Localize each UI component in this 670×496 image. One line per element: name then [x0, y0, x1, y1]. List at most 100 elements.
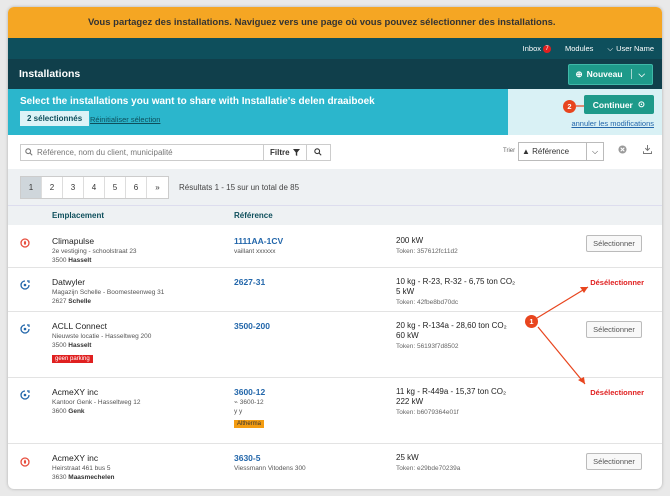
- page-2[interactable]: 2: [42, 176, 63, 198]
- client-name: AcmeXY inc: [52, 387, 99, 397]
- reference-link[interactable]: 3500-200: [234, 321, 270, 331]
- address-city: 3500 Hasselt: [52, 256, 91, 265]
- token: Token: 42fbe8bd70dc: [396, 299, 459, 306]
- device-name: Viessmann Vitodens 300: [234, 465, 306, 472]
- device-name: vaillant xxxxxx: [234, 248, 276, 255]
- search-input[interactable]: Référence, nom du client, municipalité: [20, 143, 264, 161]
- specs: 25 kW: [396, 453, 419, 462]
- city: Hasselt: [68, 257, 92, 264]
- table-row: AcmeXY inc Kantoor Genk - Hasseltweg 12 …: [8, 378, 662, 444]
- page-3[interactable]: 3: [63, 176, 84, 198]
- address-city: 3600 Genk: [52, 407, 85, 416]
- clear-icon[interactable]: [618, 145, 627, 154]
- token: Token: 357612fc11d2: [396, 248, 458, 255]
- plus-circle-icon: ⊕: [575, 68, 583, 79]
- reference-link[interactable]: 2627-31: [234, 277, 265, 287]
- next-page[interactable]: »: [147, 177, 168, 198]
- callout-1: 1: [525, 315, 538, 328]
- pagination: 1 2 3 4 5 6 »: [20, 175, 169, 199]
- select-button[interactable]: Sélectionner: [586, 321, 642, 338]
- arrow-circle-icon: ⊙: [637, 99, 645, 109]
- reference-link[interactable]: 1111AA-1CV: [234, 236, 283, 246]
- page-header: Installations ⊕ Nouveau ⌵: [8, 59, 662, 89]
- page-4[interactable]: 4: [84, 176, 105, 198]
- user-name: User Name: [616, 44, 654, 53]
- city: Schelle: [68, 298, 92, 305]
- flame-icon: [20, 238, 30, 248]
- zip-code: 3600: [52, 408, 67, 415]
- table-row: AcmeXY inc Heirstraat 461 bus 5 3630 Maa…: [8, 444, 662, 488]
- selected-count-badge: 2 sélectionnés: [20, 111, 90, 126]
- power: 5 kW: [396, 287, 415, 296]
- sort-value: ▲ Référence: [522, 147, 570, 156]
- inbox-link[interactable]: Inbox 7: [522, 44, 552, 53]
- specs: 20 kg - R-134a - 28,60 ton CO₂: [396, 321, 507, 330]
- heat-pump-icon: [20, 324, 30, 334]
- zip-code: 3500: [52, 342, 67, 349]
- reset-selection-link[interactable]: Réinitialiser sélection: [90, 115, 160, 124]
- chevron-down-icon[interactable]: ⌵: [639, 69, 645, 80]
- filter-button[interactable]: Filtre: [264, 143, 307, 161]
- specs: 200 kW: [396, 236, 424, 245]
- city: Hasselt: [68, 342, 92, 349]
- address-city: 3630 Maasmechelen: [52, 473, 115, 482]
- device-name: ⌁ 3600-12: [234, 399, 264, 406]
- heat-pump-icon: [20, 390, 30, 400]
- filter-bar: Référence, nom du client, municipalité F…: [8, 135, 662, 169]
- client-name: ACLL Connect: [52, 321, 107, 331]
- share-selection-bar: Select the installations you want to sha…: [8, 89, 662, 135]
- share-actions-panel: Continuer ⊙ annuler les modifications: [508, 89, 662, 135]
- table-header: Emplacement Référence: [8, 205, 662, 225]
- continue-button-label: Continuer: [592, 99, 633, 110]
- client-name: Climapulse: [52, 236, 95, 246]
- address-city: 2627 Schelle: [52, 297, 91, 306]
- select-button[interactable]: Sélectionner: [586, 235, 642, 252]
- tag-badge: geen parking: [52, 355, 93, 363]
- token: Token: b6079364e01f: [396, 409, 459, 416]
- heat-pump-icon: [20, 280, 30, 290]
- select-button[interactable]: Sélectionner: [586, 453, 642, 470]
- address-city: 3500 Hasselt: [52, 341, 91, 350]
- address-line: Nieuwste locatie - Hasseltweg 200: [52, 333, 152, 340]
- power: 60 kW: [396, 331, 419, 340]
- client-name: AcmeXY inc: [52, 453, 99, 463]
- page-1[interactable]: 1: [21, 176, 42, 198]
- new-button[interactable]: ⊕ Nouveau ⌵: [567, 63, 653, 85]
- cancel-changes-link[interactable]: annuler les modifications: [571, 119, 654, 128]
- address-line: Kantoor Genk - Hasseltweg 12: [52, 399, 141, 406]
- share-title: Select the installations you want to sha…: [20, 96, 375, 107]
- download-icon[interactable]: [643, 145, 652, 154]
- address-line: Heirstraat 461 bus 5: [52, 465, 111, 472]
- search-icon: [314, 148, 322, 156]
- search-button[interactable]: [306, 143, 331, 161]
- chevron-down-icon: ⌵: [586, 143, 603, 160]
- share-mode-banner: Vous partagez des installations. Navigue…: [8, 7, 662, 38]
- filter-button-label: Filtre: [270, 147, 290, 157]
- deselect-button[interactable]: Désélectionner: [586, 276, 648, 289]
- inbox-label: Inbox: [522, 44, 542, 53]
- top-navigation: Inbox 7 Modules ⌵ User Name: [8, 38, 662, 59]
- list-tools: [618, 145, 652, 154]
- funnel-icon: [292, 148, 300, 156]
- page-6[interactable]: 6: [126, 176, 147, 198]
- search-placeholder: Référence, nom du client, municipalité: [37, 147, 173, 157]
- column-reference: Référence: [234, 211, 273, 220]
- sort-select[interactable]: ▲ Référence ⌵: [518, 142, 604, 161]
- modules-link[interactable]: Modules: [565, 44, 593, 53]
- reference-link[interactable]: 3600-12: [234, 387, 265, 397]
- button-separator: [630, 69, 632, 79]
- token: Token: 56193f7d8502: [396, 343, 459, 350]
- page-5[interactable]: 5: [105, 176, 126, 198]
- pagination-bar: 1 2 3 4 5 6 » Résultats 1 - 15 sur un to…: [8, 169, 662, 205]
- address-line: Magazijn Schelle - Boomesteenweg 31: [52, 289, 165, 296]
- continue-button[interactable]: Continuer ⊙: [583, 95, 654, 114]
- user-menu[interactable]: ⌵ User Name: [607, 44, 654, 54]
- results-count: Résultats 1 - 15 sur un total de 85: [179, 182, 300, 192]
- specs: 10 kg - R-23, R-32 - 6,75 ton CO₂: [396, 277, 516, 286]
- search-icon: [25, 148, 33, 156]
- table-row: Datwyler Magazijn Schelle - Boomesteenwe…: [8, 268, 662, 312]
- reference-link[interactable]: 3630-5: [234, 453, 260, 463]
- deselect-button[interactable]: Désélectionner: [586, 386, 648, 399]
- callout-2: 2: [563, 100, 576, 113]
- zip-code: 2627: [52, 298, 67, 305]
